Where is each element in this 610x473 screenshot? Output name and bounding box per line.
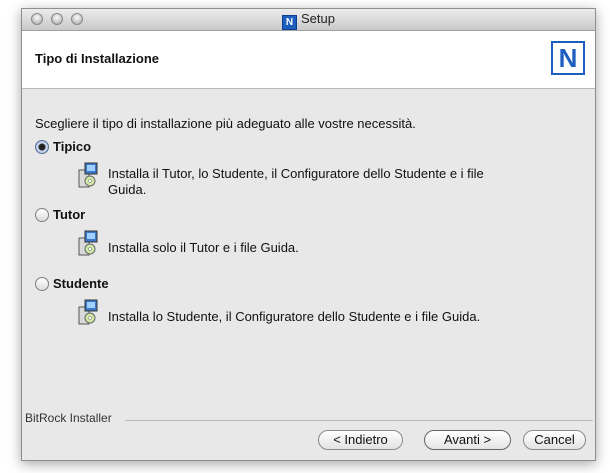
product-logo: N: [551, 41, 585, 75]
next-button[interactable]: Avanti >: [424, 430, 511, 450]
window-title-area: N Setup: [22, 11, 595, 30]
radio-studente[interactable]: [35, 277, 49, 291]
option-description-tipico: Installa il Tutor, lo Studente, il Confi…: [108, 166, 568, 198]
description-line: Installa lo Studente, il Configuratore d…: [108, 309, 481, 324]
description-line: Guida.: [108, 182, 147, 197]
page-header: Tipo di Installazione N: [22, 31, 595, 89]
option-label-tutor: Tutor: [53, 207, 86, 222]
page-title: Tipo di Installazione: [35, 51, 159, 66]
back-button[interactable]: < Indietro: [318, 430, 403, 450]
option-label-studente: Studente: [53, 276, 109, 291]
installer-package-icon: [78, 299, 98, 325]
installer-brand: BitRock Installer: [25, 411, 115, 425]
cancel-button[interactable]: Cancel: [523, 430, 586, 450]
installer-package-icon: [78, 230, 98, 256]
instruction-text: Scegliere il tipo di installazione più a…: [35, 116, 416, 131]
installer-package-icon: [78, 162, 98, 188]
footer-divider: [125, 420, 593, 421]
option-description-tutor: Installa solo il Tutor e i file Guida.: [108, 240, 568, 256]
radio-tipico[interactable]: [35, 140, 49, 154]
description-line: Installa solo il Tutor e i file Guida.: [108, 240, 299, 255]
option-description-studente: Installa lo Studente, il Configuratore d…: [108, 309, 568, 325]
option-label-tipico: Tipico: [53, 139, 92, 154]
setup-window: N Setup Tipo di Installazione N Scegliere…: [21, 8, 596, 461]
title-bar[interactable]: N Setup: [22, 9, 595, 31]
radio-tutor[interactable]: [35, 208, 49, 222]
window-title: Setup: [301, 11, 335, 26]
description-line: Installa il Tutor, lo Studente, il Confi…: [108, 166, 484, 181]
app-icon: N: [282, 15, 297, 30]
